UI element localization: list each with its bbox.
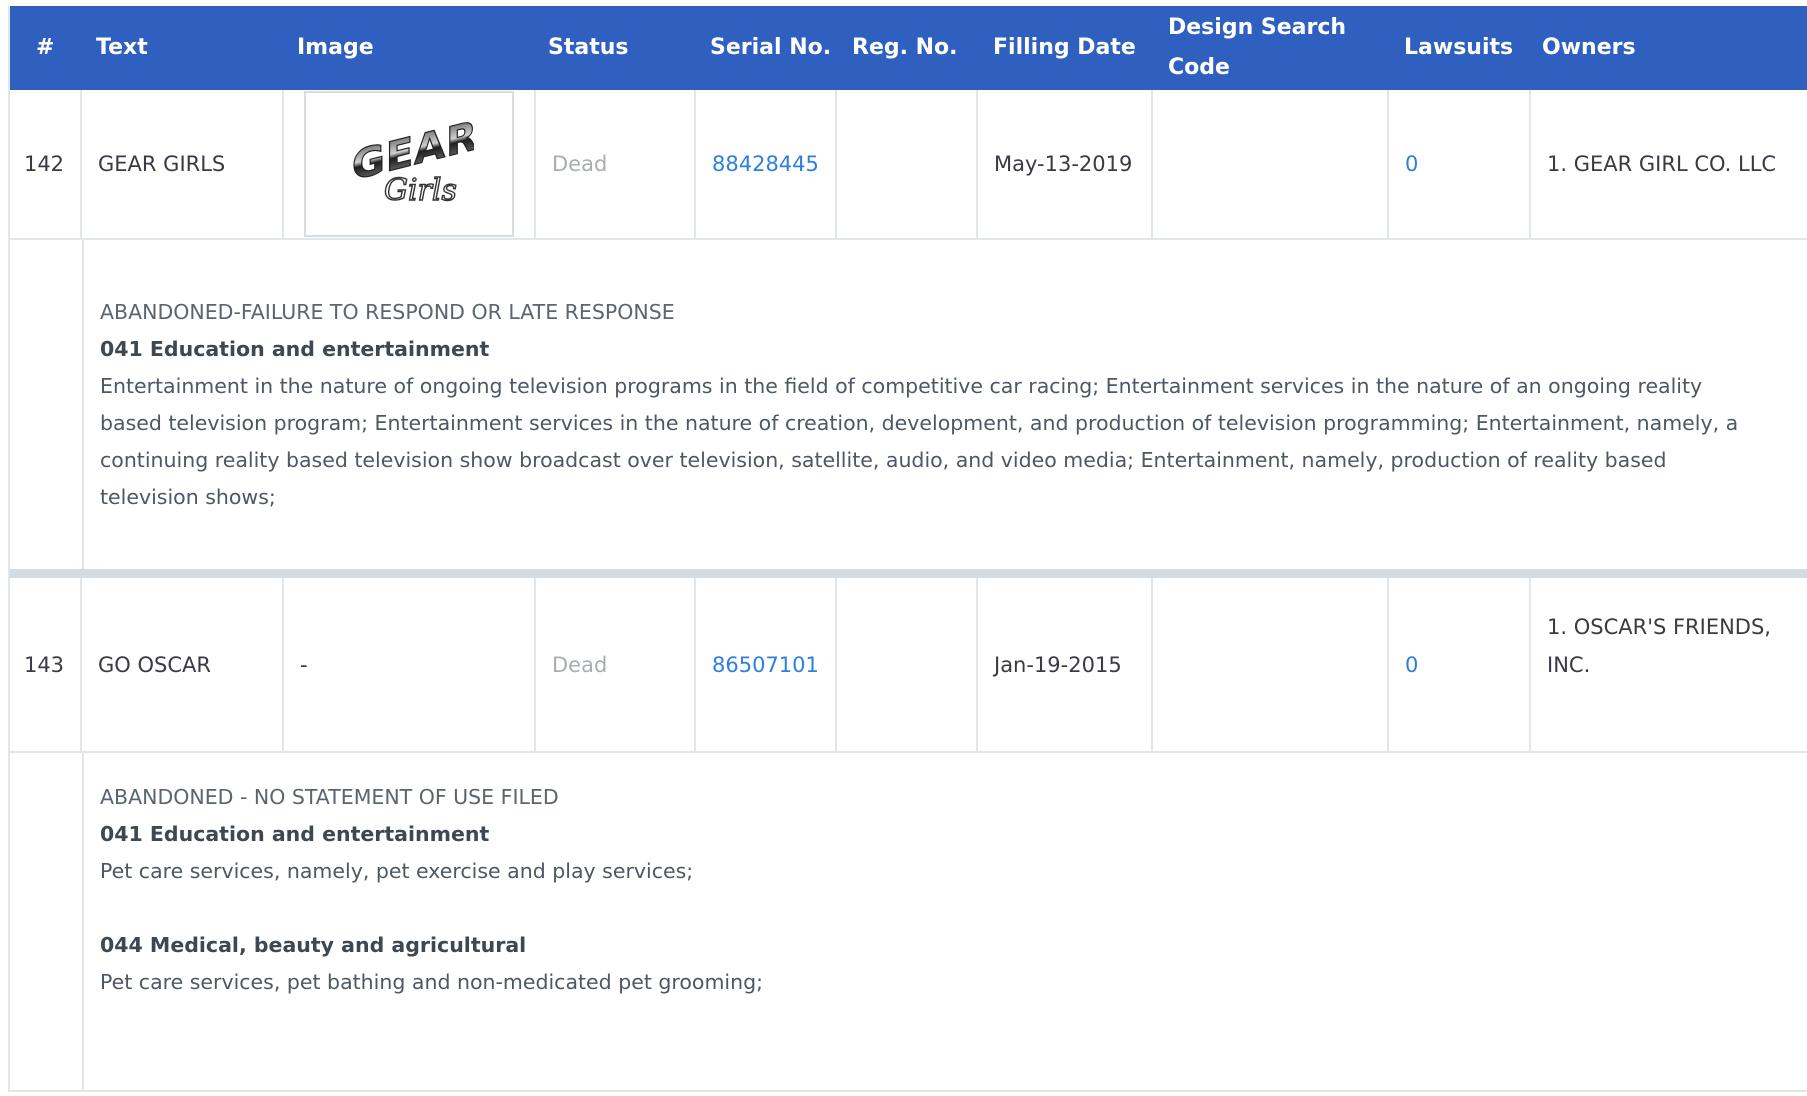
trademark-image-cell: - [284, 578, 536, 751]
serial-number-cell: 88428445 [696, 90, 837, 238]
trademark-text: GEAR GIRLS [82, 90, 284, 238]
table-row: 142 GEAR GIRLS GEAR Girls Dead 88428445 … [8, 90, 1807, 240]
trademark-image[interactable]: GEAR Girls [304, 91, 514, 237]
lawsuits-cell: 0 [1389, 578, 1531, 751]
column-header-reg-no[interactable]: Reg. No. [852, 6, 958, 90]
owners: 1. GEAR GIRL CO. LLC [1547, 152, 1777, 176]
column-header-owners[interactable]: Owners [1542, 6, 1636, 90]
column-header-lawsuits[interactable]: Lawsuits [1404, 6, 1513, 90]
design-search-code [1153, 578, 1389, 751]
lawsuits-cell: 0 [1389, 90, 1531, 238]
owners: 1. OSCAR'S FRIENDS, INC. [1531, 578, 1807, 751]
detail-status: ABANDONED - NO STATEMENT OF USE FILED [100, 785, 559, 809]
class-description: Pet care services, namely, pet exercise … [100, 859, 694, 883]
column-header-text[interactable]: Text [96, 6, 148, 90]
row-number: 143 [8, 578, 82, 751]
serial-number-link[interactable]: 88428445 [712, 152, 819, 176]
owners-line1: 1. OSCAR'S FRIENDS, [1547, 615, 1771, 639]
serial-number-cell: 86507101 [696, 578, 837, 751]
column-header-design-line1: Design Search [1168, 15, 1347, 40]
reg-number [837, 90, 978, 238]
filling-date: Jan-19-2015 [978, 578, 1153, 751]
trademark-image-placeholder: - [300, 652, 308, 677]
row-separator [8, 569, 1807, 578]
class-title: 041 Education and entertainment [100, 822, 490, 846]
row-number: 142 [8, 90, 82, 238]
column-header-number[interactable]: # [36, 6, 54, 90]
class-title: 041 Education and entertainment [100, 337, 490, 361]
trademark-image-cell: GEAR Girls [284, 90, 536, 238]
status-value: Dead [536, 90, 696, 238]
column-header-serial-no[interactable]: Serial No. [710, 6, 831, 90]
design-search-code [1153, 90, 1389, 238]
table-row: 143 GO OSCAR - Dead 86507101 Jan-19-2015… [8, 578, 1807, 753]
gear-girls-logo: GEAR Girls [351, 114, 474, 209]
detail-status: ABANDONED-FAILURE TO RESPOND OR LATE RES… [100, 300, 675, 324]
row-details: ABANDONED-FAILURE TO RESPOND OR LATE RES… [82, 240, 1807, 569]
svg-text:Girls: Girls [384, 173, 457, 208]
class-title: 044 Medical, beauty and agricultural [100, 933, 527, 957]
column-header-design-line2: Code [1168, 55, 1230, 80]
column-header-filling-date[interactable]: Filling Date [993, 6, 1136, 90]
lawsuits-link[interactable]: 0 [1405, 653, 1418, 677]
table-header: # Text Image Status Serial No. Reg. No. … [8, 6, 1807, 90]
status-dead: Dead [552, 652, 608, 677]
column-header-design-search-code[interactable]: Design Search Code [1168, 6, 1346, 90]
column-header-status[interactable]: Status [548, 6, 628, 90]
lawsuits-link[interactable]: 0 [1405, 152, 1418, 176]
column-header-image[interactable]: Image [297, 6, 374, 90]
class-description: Pet care services, pet bathing and non-m… [100, 970, 764, 994]
status-value: Dead [536, 578, 696, 751]
class-description: Entertainment in the nature of ongoing t… [100, 374, 1739, 509]
reg-number [837, 578, 978, 751]
trademark-text: GO OSCAR [82, 578, 284, 751]
row-details: ABANDONED - NO STATEMENT OF USE FILED 04… [82, 753, 1807, 1092]
serial-number-link[interactable]: 86507101 [712, 653, 819, 677]
filling-date: May-13-2019 [978, 90, 1153, 238]
status-dead: Dead [552, 152, 608, 176]
owners-line2: INC. [1547, 653, 1591, 677]
